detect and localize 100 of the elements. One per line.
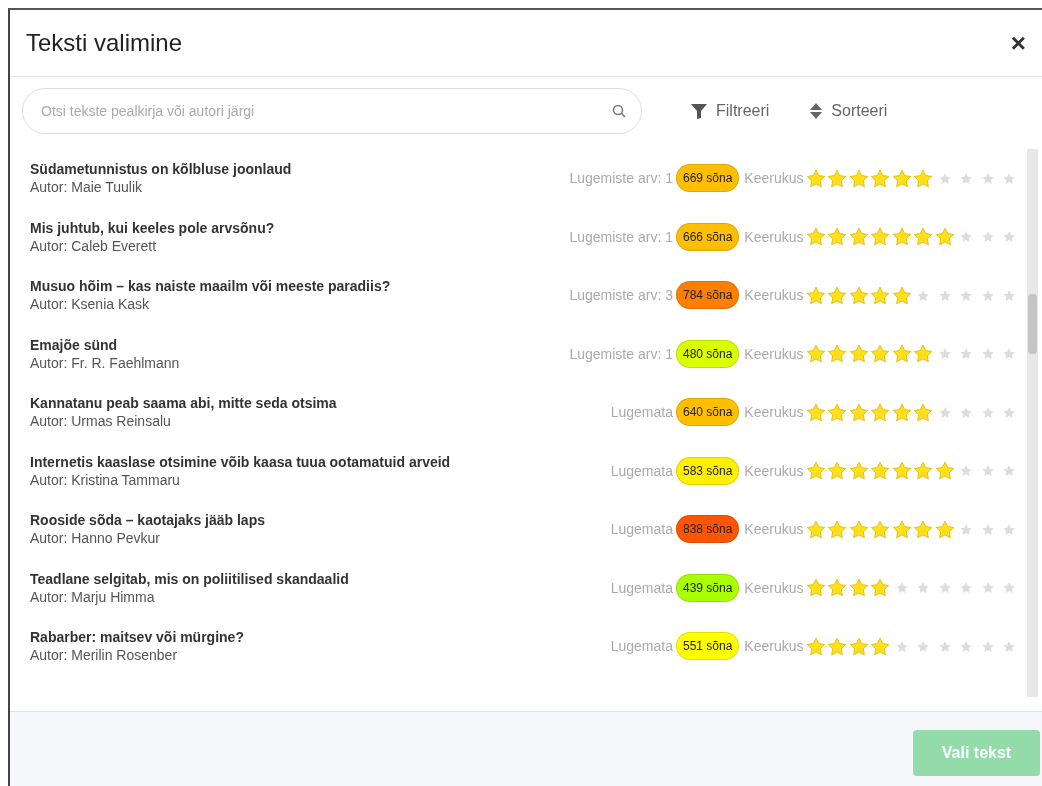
filled-star-icon [805, 578, 826, 598]
filled-star-icon [848, 578, 869, 598]
text-title: Internetis kaaslase otsimine võib kaasa tuua ootamatuid arveid [30, 453, 451, 470]
word-count-badge: 640 sõna [675, 398, 740, 427]
text-title: Rabarber: maitsev või mürgine? [30, 629, 244, 646]
difficulty-label: Keerukus [744, 462, 804, 479]
text-item[interactable]: Musuo hõim – kas naiste maailm või meeste paradiis? Autor: Ksenia Kask Lugemiste arv: 3 784 sõna Keerukus [30, 266, 1027, 325]
filled-star-icon [870, 402, 890, 422]
close-button[interactable]: × [1004, 27, 1032, 59]
filled-star-icon [827, 461, 847, 481]
text-item[interactable]: Emajõe sünd Autor: Fr. R. Faehlmann Lugemiste arv: 1 480 sõna Keerukus [30, 324, 1027, 383]
filled-star-icon [934, 519, 955, 539]
search-icon [612, 104, 626, 118]
filled-star-icon [870, 344, 890, 364]
filled-star-icon [827, 636, 847, 656]
text-author: Autor: Merilin Rosenber [30, 647, 179, 664]
word-count-badge: 838 sõna [675, 515, 740, 544]
text-title: Emajõe sünd [30, 336, 119, 353]
difficulty-label: Keerukus [744, 170, 804, 187]
text-item[interactable]: Rooside sõda – kaotajaks jääb laps Autor: Hanno Pevkur Lugemata 838 sõna Keerukus [30, 500, 1027, 559]
text-title: Kannatanu peab saama abi, mitte seda otsima [30, 395, 337, 412]
filled-star-icon [848, 519, 869, 539]
read-count: Lugemiste arv: 1 [569, 170, 673, 187]
filled-star-icon [891, 519, 912, 539]
word-count-badge: 551 sõna [675, 632, 740, 661]
difficulty-label: Keerukus [744, 579, 804, 596]
filled-star-icon [891, 168, 912, 188]
filled-star-icon [913, 402, 933, 422]
difficulty-label: Keerukus [744, 638, 804, 655]
read-count: Lugemata [610, 462, 673, 479]
filled-star-icon [827, 227, 847, 247]
word-count-badge: 480 sõna [675, 339, 740, 368]
word-count-badge: 583 sõna [675, 456, 740, 485]
filled-star-icon [913, 227, 933, 247]
text-item[interactable]: Rabarber: maitsev või mürgine? Autor: Merilin Rosenber Lugemata 551 sõna Keerukus [30, 617, 1027, 676]
text-item[interactable]: Internetis kaaslase otsimine võib kaasa tuua ootamatuid arveid Autor: Kristina Tammaru Lugemata 583 sõna Keerukus [30, 441, 1027, 500]
filled-star-icon [848, 461, 869, 481]
sort-icon [809, 102, 824, 120]
filled-star-icon [913, 519, 933, 539]
filter-button[interactable]: Filtreeri [690, 102, 770, 120]
read-count: Lugemata [610, 521, 673, 538]
filled-star-icon [870, 578, 890, 598]
filled-star-icon [805, 519, 826, 539]
text-item[interactable]: Mis juhtub, kui keeles pole arvsõnu? Autor: Caleb Everett Lugemiste arv: 1 666 sõna Keerukus [30, 207, 1027, 266]
filled-star-icon [848, 636, 869, 656]
text-item[interactable]: Kannatanu peab saama abi, mitte seda otsima Autor: Urmas Reinsalu Lugemata 640 sõna Keerukus [30, 383, 1027, 442]
difficulty-label: Keerukus [744, 287, 804, 304]
text-author: Autor: Maie Tuulik [30, 179, 144, 196]
filled-star-icon [805, 227, 826, 247]
text-item[interactable]: Teadlane selgitab, mis on poliitilised skandaalid Autor: Marju Himma Lugemata 439 sõna Keerukus [30, 558, 1027, 617]
filled-star-icon [848, 227, 869, 247]
filled-star-icon [913, 344, 933, 364]
text-author: Autor: Fr. R. Faehlmann [30, 354, 180, 371]
filled-star-icon [805, 461, 826, 481]
read-count: Lugemiste arv: 1 [569, 345, 673, 362]
filled-star-icon [848, 168, 869, 188]
difficulty-label: Keerukus [744, 521, 804, 538]
read-count: Lugemata [610, 579, 673, 596]
filter-icon [690, 102, 708, 120]
read-count: Lugemata [610, 638, 673, 655]
filled-star-icon [870, 168, 890, 188]
filled-star-icon [913, 461, 933, 481]
filled-star-icon [870, 519, 890, 539]
text-item[interactable]: Südametunnistus on kõlbluse joonlaud Autor: Maie Tuulik Lugemiste arv: 1 669 sõna Keerukus [30, 149, 1027, 208]
word-count-badge: 439 sõna [675, 573, 740, 602]
text-author: Autor: Kristina Tammaru [30, 471, 181, 488]
word-count-badge: 669 sõna [675, 164, 740, 193]
filled-star-icon [827, 578, 847, 598]
difficulty-label: Keerukus [744, 228, 804, 245]
filled-star-icon [805, 402, 826, 422]
search-field[interactable]: Otsi tekste pealkirja või autori järgi [22, 88, 642, 134]
filled-star-icon [891, 402, 912, 422]
filled-star-icon [805, 285, 826, 305]
text-author: Autor: Ksenia Kask [30, 296, 151, 313]
filled-star-icon [805, 344, 826, 364]
filled-star-icon [891, 227, 912, 247]
filled-star-icon [827, 285, 847, 305]
text-title: Teadlane selgitab, mis on poliitilised skandaalid [30, 570, 349, 587]
filled-star-icon [848, 344, 869, 364]
read-count: Lugemata [610, 404, 673, 421]
read-count: Lugemiste arv: 1 [569, 228, 673, 245]
text-title: Südametunnistus on kõlbluse joonlaud [30, 161, 292, 178]
sort-button[interactable]: Sorteeri [809, 102, 888, 120]
word-count-badge: 784 sõna [675, 281, 740, 310]
dialog-title: Teksti valimine [26, 29, 183, 57]
filled-star-icon [827, 344, 847, 364]
filled-star-icon [827, 519, 847, 539]
filled-star-icon [805, 636, 826, 656]
text-author: Autor: Urmas Reinsalu [30, 413, 172, 430]
filled-star-icon [827, 402, 847, 422]
scrollbar[interactable] [1027, 149, 1038, 697]
filled-star-icon [827, 168, 847, 188]
text-title: Mis juhtub, kui keeles pole arvsõnu? [30, 219, 275, 236]
filled-star-icon [934, 461, 955, 481]
filled-star-icon [891, 285, 912, 305]
read-count: Lugemiste arv: 3 [569, 287, 673, 304]
word-count-badge: 666 sõna [675, 222, 740, 251]
text-author: Autor: Caleb Everett [30, 237, 158, 254]
filled-star-icon [870, 461, 890, 481]
filled-star-icon [891, 461, 912, 481]
